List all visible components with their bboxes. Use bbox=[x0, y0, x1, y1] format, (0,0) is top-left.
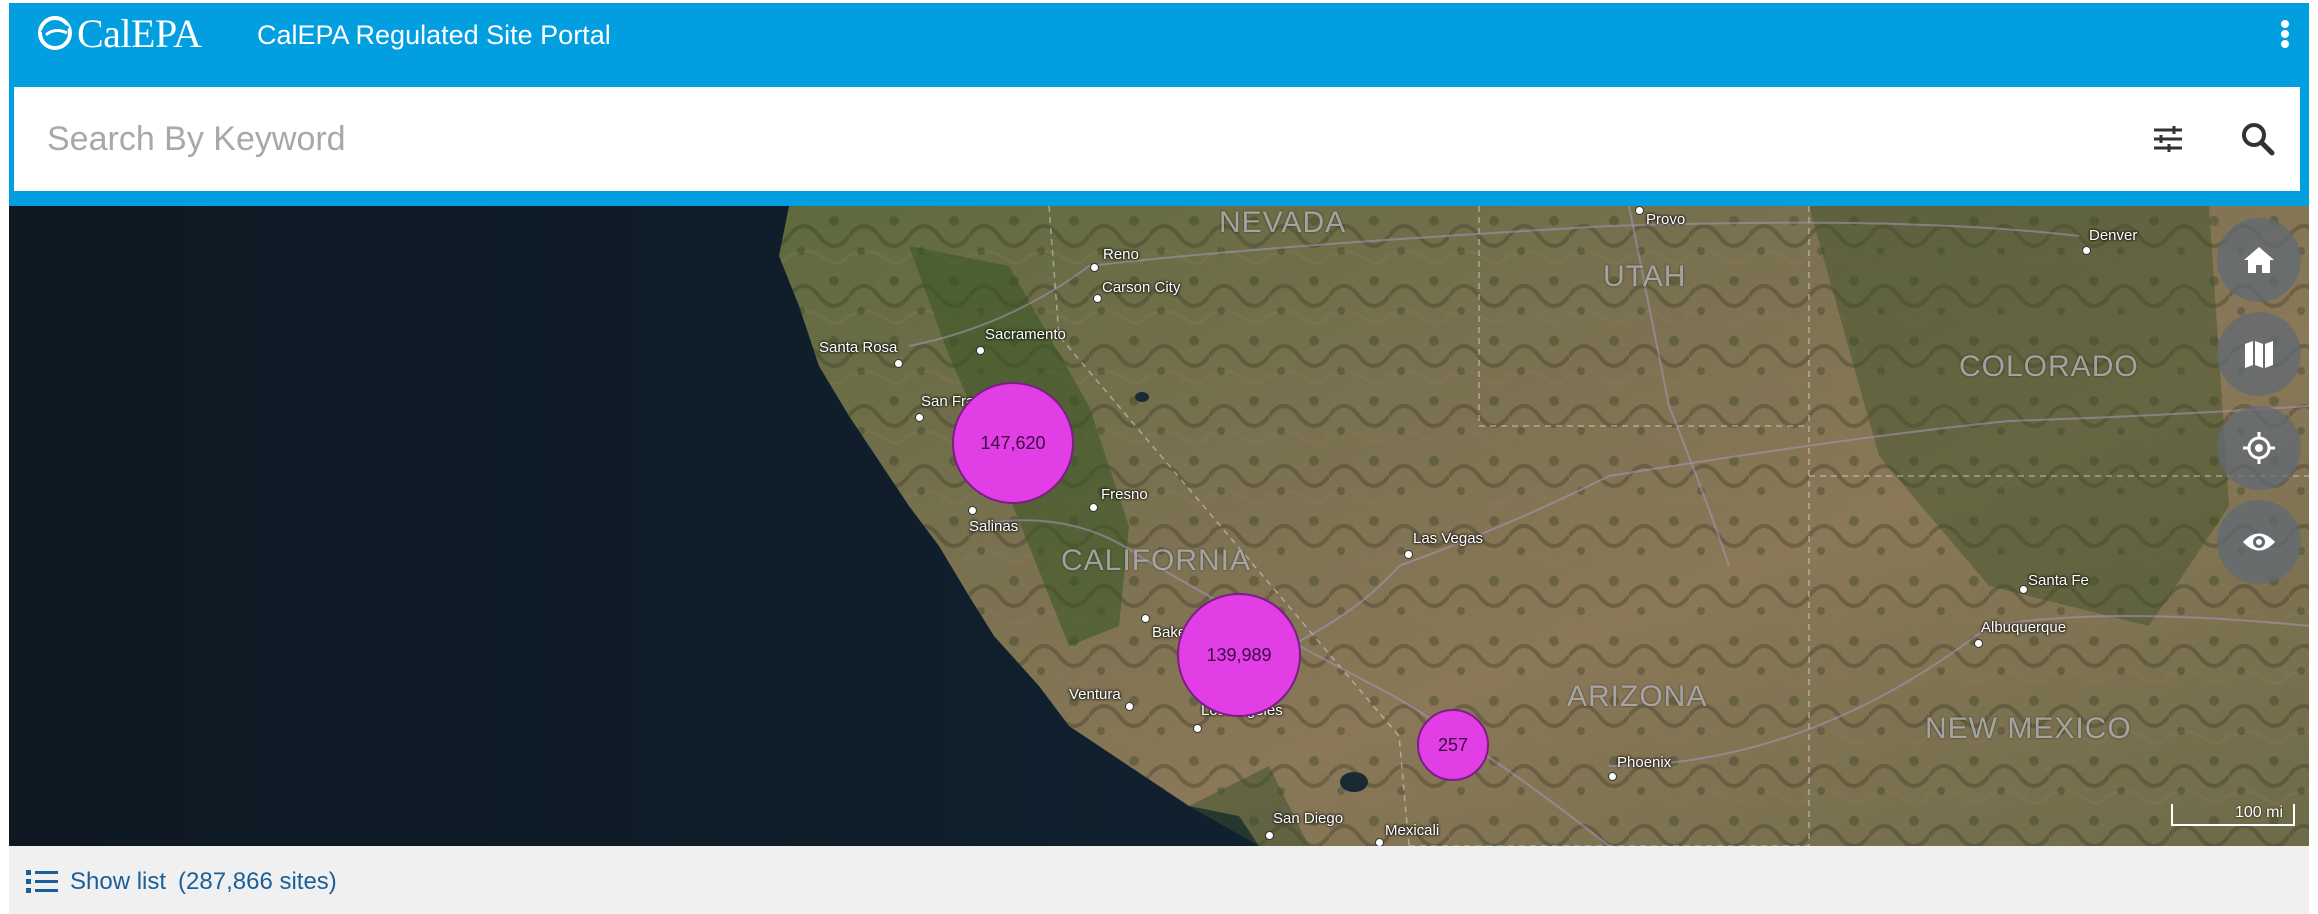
city-dot bbox=[2082, 246, 2091, 255]
more-menu-icon[interactable] bbox=[2275, 15, 2295, 53]
cluster-count: 139,989 bbox=[1206, 644, 1272, 665]
city-dot bbox=[1974, 639, 1983, 648]
site-count: (287,866 sites) bbox=[178, 868, 337, 895]
city-label-carson-city: Carson City bbox=[1102, 279, 1181, 296]
city-dot bbox=[1375, 838, 1384, 846]
city-dot bbox=[968, 506, 977, 515]
locate-button[interactable] bbox=[2217, 406, 2301, 490]
site-cluster[interactable]: 147,620 bbox=[952, 382, 1074, 504]
city-label-santa-fe: Santa Fe bbox=[2028, 572, 2089, 589]
state-label-california: CALIFORNIA bbox=[1061, 544, 1252, 577]
calepa-logo[interactable]: CalEPA bbox=[37, 9, 202, 57]
city-dot bbox=[1404, 550, 1413, 559]
filter-sliders-icon[interactable] bbox=[2150, 121, 2186, 157]
city-dot bbox=[1089, 503, 1098, 512]
visibility-icon bbox=[2243, 533, 2275, 551]
city-dot bbox=[1635, 206, 1644, 215]
city-dot bbox=[976, 346, 985, 355]
city-label-ventura: Ventura bbox=[1069, 686, 1121, 703]
show-list-button[interactable]: Show list (287,866 sites) bbox=[26, 868, 337, 896]
state-label-utah: UTAH bbox=[1603, 260, 1687, 293]
city-label-fresno: Fresno bbox=[1101, 486, 1148, 503]
list-icon bbox=[26, 870, 58, 893]
visibility-button[interactable] bbox=[2217, 500, 2301, 584]
show-list-label: Show list bbox=[70, 868, 167, 895]
satellite-map[interactable]: NEVADA UTAH COLORADO CALIFORNIA ARIZONA … bbox=[9, 206, 2309, 846]
city-dot bbox=[1125, 702, 1134, 711]
page-title: CalEPA Regulated Site Portal bbox=[257, 20, 611, 50]
city-dot bbox=[894, 359, 903, 368]
city-label-mexicali: Mexicali bbox=[1385, 822, 1440, 839]
state-label-arizona: ARIZONA bbox=[1567, 680, 1708, 713]
city-dot bbox=[1265, 831, 1274, 840]
city-dot bbox=[1090, 263, 1099, 272]
map-basemap bbox=[9, 206, 2309, 846]
locate-icon bbox=[2243, 432, 2275, 464]
city-dot bbox=[1093, 294, 1102, 303]
city-dot bbox=[1608, 772, 1617, 781]
city-label-reno: Reno bbox=[1103, 246, 1139, 263]
city-label-albuquerque: Albuquerque bbox=[1981, 619, 2067, 636]
city-dot bbox=[915, 413, 924, 422]
city-dot bbox=[2019, 585, 2028, 594]
state-label-colorado: COLORADO bbox=[1959, 350, 2139, 383]
city-label-denver: Denver bbox=[2089, 227, 2138, 244]
search-input[interactable] bbox=[14, 87, 2134, 191]
city-label-las-vegas: Las Vegas bbox=[1413, 530, 1484, 547]
map-scale-bar: 100 mi bbox=[2171, 804, 2295, 826]
city-dot bbox=[1193, 724, 1202, 733]
site-cluster[interactable]: 257 bbox=[1417, 709, 1489, 781]
search-icon[interactable] bbox=[2240, 121, 2276, 157]
city-label-phoenix: Phoenix bbox=[1617, 754, 1672, 771]
city-label-santa-rosa: Santa Rosa bbox=[819, 339, 898, 356]
city-label-sacramento: Sacramento bbox=[985, 326, 1066, 343]
city-label-san-diego: San Diego bbox=[1273, 810, 1344, 827]
logo-wordmark: CalEPA bbox=[77, 10, 202, 56]
home-icon bbox=[2244, 247, 2274, 273]
city-label-salinas: Salinas bbox=[969, 518, 1019, 535]
app-root: CalEPA CalEPA Regulated Site Portal Sear… bbox=[9, 0, 2309, 914]
header-bar: CalEPA CalEPA Regulated Site Portal bbox=[9, 3, 2309, 206]
list-toggle-bar: Show list (287,866 sites) bbox=[9, 846, 2309, 914]
city-dot bbox=[1141, 614, 1150, 623]
city-label-provo: Provo bbox=[1646, 211, 1686, 228]
search-bar bbox=[14, 87, 2300, 191]
site-cluster[interactable]: 139,989 bbox=[1177, 593, 1301, 717]
calepa-logo-icon bbox=[38, 16, 72, 50]
state-label-nevada: NEVADA bbox=[1219, 206, 1347, 239]
map-home-button[interactable] bbox=[2217, 218, 2301, 302]
cluster-count: 257 bbox=[1437, 734, 1469, 755]
basemap-icon bbox=[2245, 341, 2273, 368]
state-label-new-mexico: NEW MEXICO bbox=[1925, 712, 2132, 745]
basemap-button[interactable] bbox=[2217, 312, 2301, 396]
cluster-count: 147,620 bbox=[980, 432, 1046, 453]
